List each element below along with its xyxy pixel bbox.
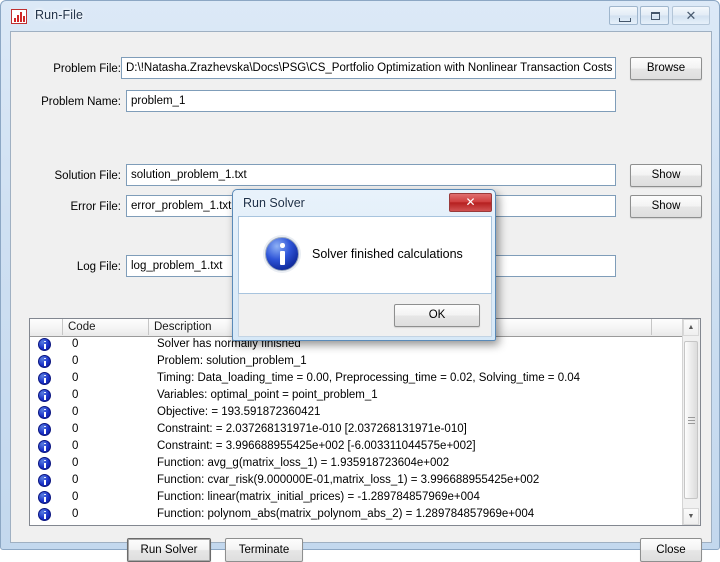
dialog-title: Run Solver bbox=[243, 196, 305, 210]
close-button[interactable]: Close bbox=[640, 538, 702, 562]
run-solver-dialog: Run Solver ✕ Solver finished calculation… bbox=[232, 189, 496, 341]
table-row[interactable]: 0 Function: avg_g(matrix_loss_1) = 1.9359… bbox=[30, 455, 685, 472]
info-icon bbox=[38, 508, 51, 521]
info-icon bbox=[38, 389, 51, 402]
chart-icon bbox=[11, 9, 27, 24]
solution-file-label: Solution File: bbox=[54, 170, 121, 182]
info-icon bbox=[38, 440, 51, 453]
table-row[interactable]: 0 Function: polynom_abs(matrix_polynom_ab… bbox=[30, 506, 685, 523]
info-icon bbox=[265, 237, 299, 271]
cell-code: 0 bbox=[72, 338, 79, 350]
close-icon: ✕ bbox=[685, 8, 697, 23]
cell-description: Constraint: = 2.037268131971e-010 [2.037… bbox=[157, 423, 467, 435]
table-row[interactable]: 0 Timing: Data_loading_time = 0.00, Prepr… bbox=[30, 370, 685, 387]
maximize-button[interactable] bbox=[640, 6, 669, 25]
scroll-up-icon[interactable]: ▲ bbox=[683, 319, 699, 336]
cell-description: Function: linear(matrix_initial_prices) … bbox=[157, 491, 480, 503]
info-icon bbox=[38, 457, 51, 470]
table-row[interactable]: 0 Problem: solution_problem_1 bbox=[30, 353, 685, 370]
cell-description: Function: avg_g(matrix_loss_1) = 1.93591… bbox=[157, 457, 450, 469]
problem-name-input[interactable]: problem_1 bbox=[126, 90, 616, 112]
table-row[interactable]: 0 Constraint: = 2.037268131971e-010 [2.03… bbox=[30, 421, 685, 438]
cell-code: 0 bbox=[72, 474, 79, 486]
info-icon bbox=[38, 491, 51, 504]
table-row[interactable]: 0 Constraint: = 3.996688955425e+002 [-6.0… bbox=[30, 438, 685, 455]
cell-code: 0 bbox=[72, 406, 79, 418]
dialog-footer: OK bbox=[238, 294, 492, 337]
dialog-ok-button[interactable]: OK bbox=[394, 304, 480, 327]
column-header-icon[interactable] bbox=[30, 319, 63, 335]
cell-description: Function: cvar_risk(9.000000E-01,matrix_… bbox=[157, 474, 540, 486]
info-icon bbox=[38, 372, 51, 385]
problem-file-label: Problem File: bbox=[53, 63, 121, 75]
browse-button[interactable]: Browse bbox=[630, 57, 702, 80]
run-solver-button[interactable]: Run Solver bbox=[127, 538, 211, 562]
solution-file-input[interactable]: solution_problem_1.txt bbox=[126, 164, 616, 186]
cell-code: 0 bbox=[72, 491, 79, 503]
log-table: Code Description 0 Solver has normally fi… bbox=[29, 318, 701, 526]
log-file-label: Log File: bbox=[76, 261, 121, 273]
log-scrollbar[interactable]: ▲ ▼ bbox=[682, 319, 700, 525]
info-icon bbox=[38, 355, 51, 368]
cell-description: Problem: solution_problem_1 bbox=[157, 355, 307, 367]
maximize-icon bbox=[651, 12, 660, 20]
error-file-label: Error File: bbox=[70, 201, 121, 213]
window-title: Run-File bbox=[35, 8, 84, 22]
cell-description: Objective: = 193.591872360421 bbox=[157, 406, 321, 418]
cell-code: 0 bbox=[72, 457, 79, 469]
scrollbar-grip-icon bbox=[688, 417, 695, 418]
terminate-button[interactable]: Terminate bbox=[225, 538, 303, 562]
info-icon bbox=[38, 406, 51, 419]
minimize-button[interactable] bbox=[609, 6, 638, 25]
problem-name-label: Problem Name: bbox=[41, 96, 121, 108]
problem-file-input[interactable]: D:\!Natasha.Zrazhevska\Docs\PSG\CS_Portf… bbox=[121, 57, 616, 79]
dialog-close-button[interactable]: ✕ bbox=[449, 193, 492, 212]
table-row[interactable]: 0 Function: linear(matrix_initial_prices)… bbox=[30, 489, 685, 506]
cell-description: Timing: Data_loading_time = 0.00, Prepro… bbox=[157, 372, 581, 384]
cell-code: 0 bbox=[72, 389, 79, 401]
table-row[interactable]: 0 Objective: = 193.591872360421 bbox=[30, 404, 685, 421]
table-row[interactable]: 0 Function: cvar_risk(9.000000E-01,matrix… bbox=[30, 472, 685, 489]
run-file-window: Run-File ✕ Problem File: D:\!Natasha.Zra… bbox=[0, 0, 720, 562]
info-icon bbox=[38, 423, 51, 436]
minimize-icon bbox=[619, 18, 631, 22]
close-window-button[interactable]: ✕ bbox=[672, 6, 710, 25]
cell-description: Constraint: = 3.996688955425e+002 [-6.00… bbox=[157, 440, 476, 452]
cell-code: 0 bbox=[72, 440, 79, 452]
show-solution-button[interactable]: Show bbox=[630, 164, 702, 187]
cell-description: Function: polynom_abs(matrix_polynom_abs… bbox=[157, 508, 535, 520]
cell-code: 0 bbox=[72, 372, 79, 384]
dialog-message: Solver finished calculations bbox=[312, 247, 463, 261]
column-header-code[interactable]: Code bbox=[63, 319, 149, 335]
title-bar: Run-File ✕ bbox=[1, 1, 720, 33]
dialog-body: Solver finished calculations bbox=[238, 216, 492, 294]
log-table-body: 0 Solver has normally finished 0 Problem: s… bbox=[30, 336, 685, 523]
cell-code: 0 bbox=[72, 508, 79, 520]
cell-code: 0 bbox=[72, 423, 79, 435]
info-icon bbox=[38, 338, 51, 351]
table-row[interactable]: 0 Variables: optimal_point = point_proble… bbox=[30, 387, 685, 404]
info-icon bbox=[38, 474, 51, 487]
show-error-button[interactable]: Show bbox=[630, 195, 702, 218]
cell-description: Variables: optimal_point = point_problem… bbox=[157, 389, 378, 401]
scrollbar-thumb[interactable] bbox=[684, 341, 698, 499]
cell-code: 0 bbox=[72, 355, 79, 367]
scroll-down-icon[interactable]: ▼ bbox=[683, 508, 699, 525]
